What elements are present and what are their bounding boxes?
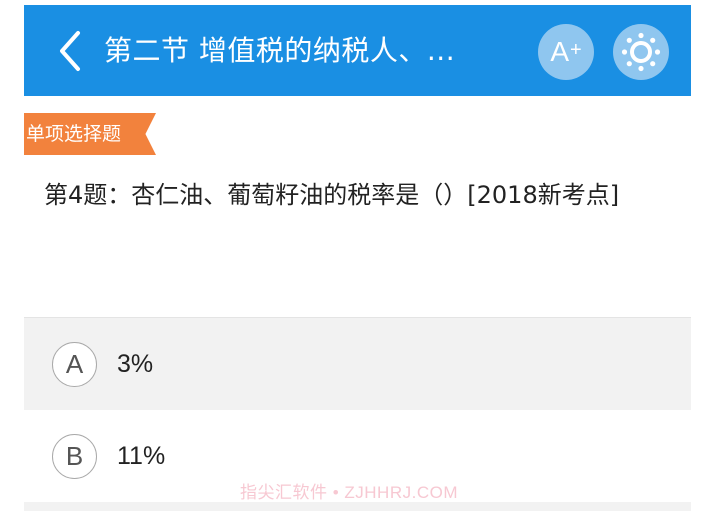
question-text: 第4题：杏仁油、葡萄籽油的税率是（）[2018新考点] — [44, 181, 620, 209]
option-b-text: 11% — [117, 441, 166, 470]
gear-icon — [621, 32, 661, 72]
back-button[interactable] — [54, 29, 88, 73]
option-a-letter: A — [52, 341, 97, 387]
watermark: 指尖汇软件 • ZJHHRJ.COM — [240, 483, 458, 502]
chevron-left-icon — [60, 31, 80, 71]
font-size-letter: A — [550, 36, 569, 67]
top-bar: 第二节 增值税的纳税人、... A + — [24, 5, 691, 96]
settings-button[interactable] — [613, 24, 669, 80]
font-size-button[interactable]: A + — [538, 24, 594, 80]
option-a[interactable]: A 3% — [24, 318, 691, 410]
next-option-partial[interactable] — [24, 502, 691, 511]
font-size-plus: + — [570, 38, 582, 61]
question-type-tag: 单项选择题 — [24, 113, 156, 155]
page-title: 第二节 增值税的纳税人、... — [104, 34, 456, 67]
option-a-text: 3% — [117, 349, 154, 378]
option-b-letter: B — [52, 433, 97, 479]
